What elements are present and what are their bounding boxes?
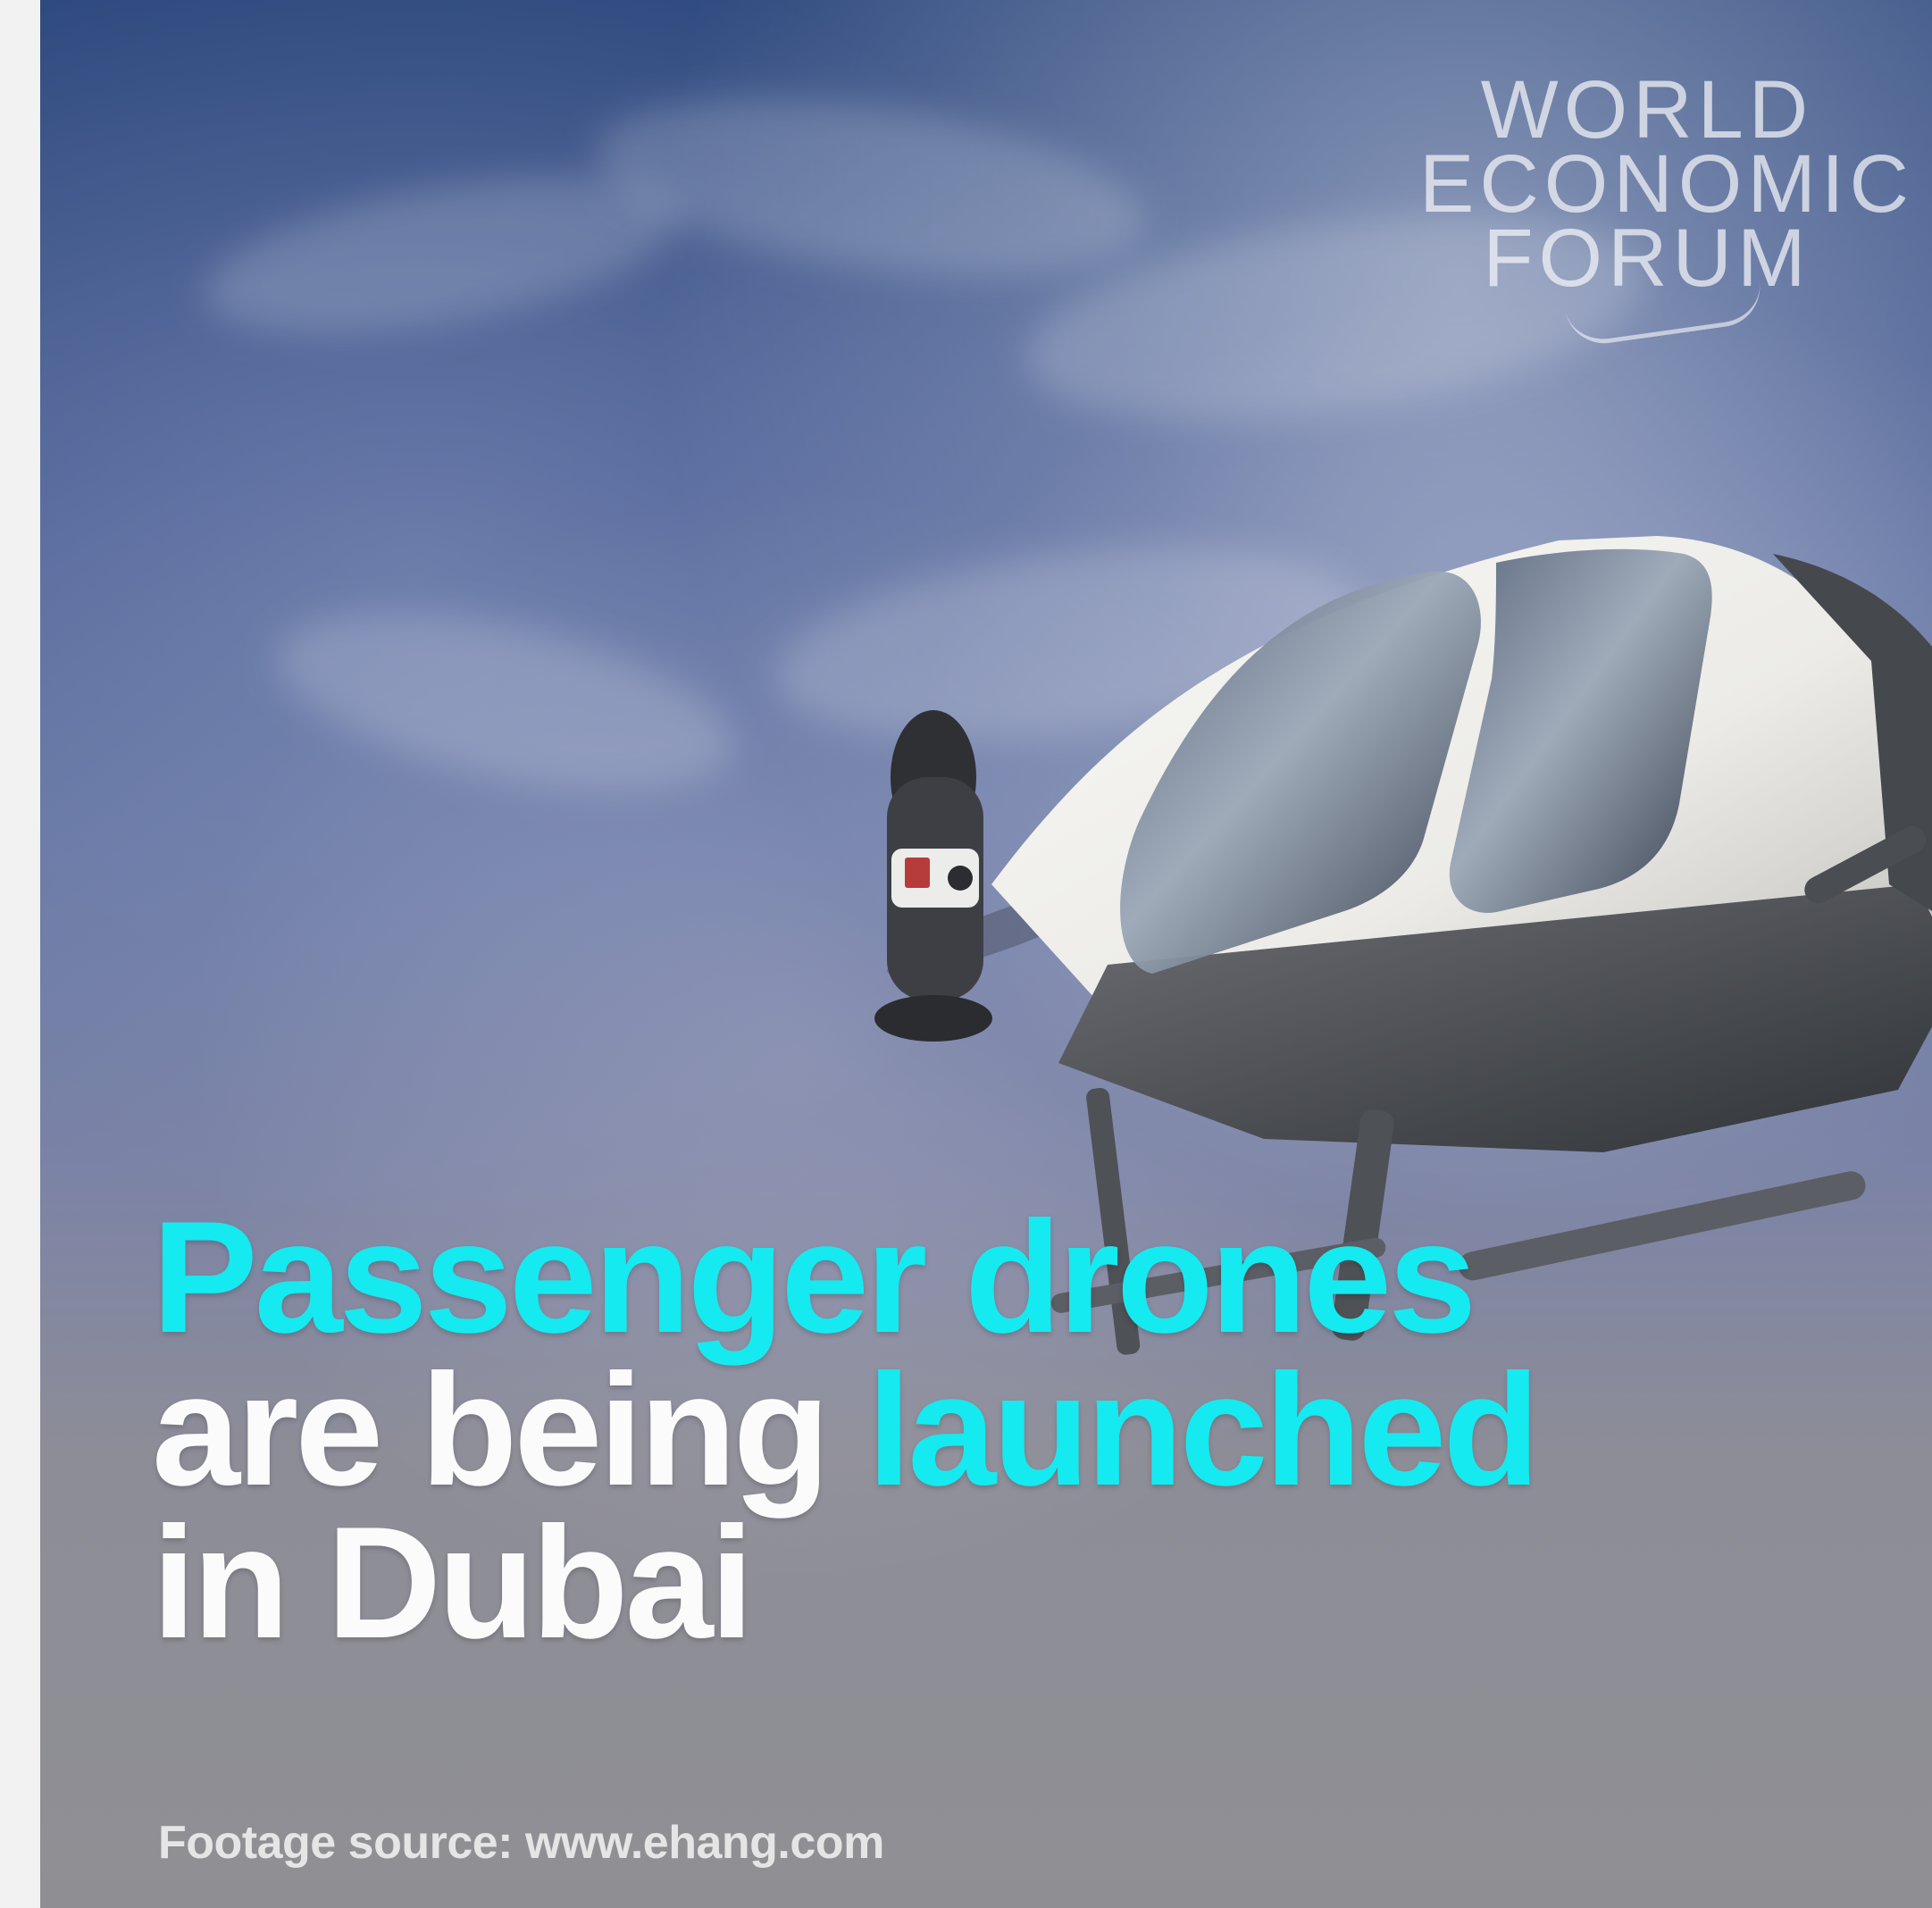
headline: Passenger drones are being launched in D…: [152, 1188, 1849, 1671]
headline-line-1: Passenger drones: [152, 1188, 1476, 1366]
media-frame: WORLD ECONOMIC FORUM Passenger drones ar…: [40, 0, 1932, 1908]
headline-line-3: in Dubai: [152, 1493, 754, 1671]
headline-line-2: are being launched: [152, 1350, 1849, 1509]
logo-line-forum: FORUM: [1483, 212, 1811, 304]
world-economic-forum-logo: WORLD ECONOMIC FORUM: [1419, 64, 1914, 350]
logo-line-economic: ECONOMIC: [1419, 138, 1914, 230]
headline-line-2-part-2: launched: [866, 1340, 1540, 1519]
source-caption: Footage source: www.ehang.com: [158, 1817, 884, 1869]
headline-line-2-part-1: are being: [152, 1340, 867, 1519]
logo-line-world: WORLD: [1480, 64, 1814, 155]
page: WORLD ECONOMIC FORUM Passenger drones ar…: [0, 0, 1932, 1908]
